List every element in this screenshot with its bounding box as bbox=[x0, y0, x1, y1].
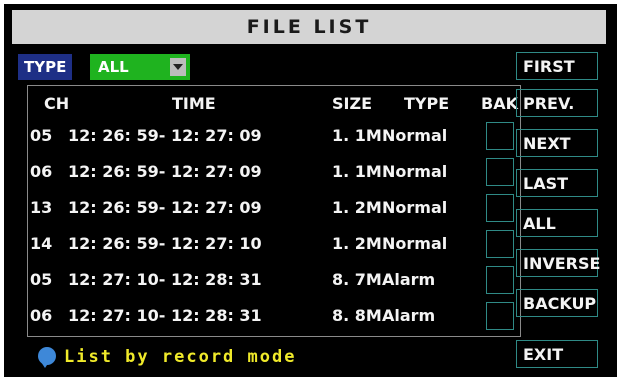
cell-time: 12: 26: 59- 12: 27: 09 bbox=[68, 198, 262, 217]
table-row[interactable]: 13 12: 26: 59- 12: 27: 09 1. 2M Normal bbox=[28, 191, 520, 225]
cell-type: Normal bbox=[382, 234, 448, 253]
cell-time: 12: 27: 10- 12: 28: 31 bbox=[68, 306, 262, 325]
table-row[interactable]: 14 12: 26: 59- 12: 27: 10 1. 2M Normal bbox=[28, 227, 520, 261]
cell-size: 1. 2M bbox=[332, 234, 382, 253]
cell-size: 1. 1M bbox=[332, 126, 382, 145]
cell-ch: 06 bbox=[30, 162, 53, 181]
backup-checkbox[interactable] bbox=[486, 194, 514, 222]
cell-time: 12: 26: 59- 12: 27: 09 bbox=[68, 126, 262, 145]
first-button[interactable]: FIRST bbox=[516, 52, 598, 80]
dropdown-arrow-icon[interactable] bbox=[170, 58, 186, 76]
backup-checkbox[interactable] bbox=[486, 122, 514, 150]
file-list-screen: FILE LIST TYPE ALL CH TIME SIZE TYPE BAK… bbox=[4, 4, 617, 377]
hint-text: List by record mode bbox=[64, 347, 297, 367]
column-header-size: SIZE bbox=[332, 94, 373, 113]
column-header-bak: BAK bbox=[481, 94, 518, 113]
cell-time: 12: 26: 59- 12: 27: 10 bbox=[68, 234, 262, 253]
backup-checkbox[interactable] bbox=[486, 230, 514, 258]
info-bubble-icon bbox=[38, 347, 56, 368]
backup-checkbox[interactable] bbox=[486, 302, 514, 330]
next-button[interactable]: NEXT bbox=[516, 129, 598, 157]
cell-type: Normal bbox=[382, 126, 448, 145]
cell-size: 1. 1M bbox=[332, 162, 382, 181]
column-header-time: TIME bbox=[172, 94, 216, 113]
inverse-button[interactable]: INVERSE bbox=[516, 249, 600, 277]
cell-type: Alarm bbox=[382, 270, 436, 289]
page-title: FILE LIST bbox=[12, 10, 606, 44]
backup-button[interactable]: BACKUP bbox=[516, 289, 598, 317]
column-header-type: TYPE bbox=[404, 94, 450, 113]
backup-checkbox[interactable] bbox=[486, 158, 514, 186]
cell-ch: 05 bbox=[30, 270, 53, 289]
backup-checkbox[interactable] bbox=[486, 266, 514, 294]
cell-time: 12: 27: 10- 12: 28: 31 bbox=[68, 270, 262, 289]
type-filter-value: ALL bbox=[98, 58, 129, 76]
column-header-ch: CH bbox=[44, 94, 70, 113]
table-row[interactable]: 06 12: 26: 59- 12: 27: 09 1. 1M Normal bbox=[28, 155, 520, 189]
cell-ch: 06 bbox=[30, 306, 53, 325]
table-row[interactable]: 05 12: 26: 59- 12: 27: 09 1. 1M Normal bbox=[28, 119, 520, 153]
cell-size: 8. 8M bbox=[332, 306, 382, 325]
cell-type: Normal bbox=[382, 162, 448, 181]
last-button[interactable]: LAST bbox=[516, 169, 598, 197]
exit-button[interactable]: EXIT bbox=[516, 340, 598, 368]
all-button[interactable]: ALL bbox=[516, 209, 598, 237]
cell-size: 8. 7M bbox=[332, 270, 382, 289]
cell-size: 1. 2M bbox=[332, 198, 382, 217]
cell-time: 12: 26: 59- 12: 27: 09 bbox=[68, 162, 262, 181]
cell-ch: 13 bbox=[30, 198, 53, 217]
table-row[interactable]: 06 12: 27: 10- 12: 28: 31 8. 8M Alarm bbox=[28, 299, 520, 333]
type-filter-label: TYPE bbox=[18, 54, 73, 80]
type-filter-select[interactable]: ALL bbox=[90, 54, 190, 80]
cell-type: Alarm bbox=[382, 306, 436, 325]
table-row[interactable]: 05 12: 27: 10- 12: 28: 31 8. 7M Alarm bbox=[28, 263, 520, 297]
prev-button[interactable]: PREV. bbox=[516, 89, 598, 117]
cell-ch: 14 bbox=[30, 234, 53, 253]
file-list-table: CH TIME SIZE TYPE BAK 05 12: 26: 59- 12:… bbox=[27, 85, 521, 337]
cell-ch: 05 bbox=[30, 126, 53, 145]
cell-type: Normal bbox=[382, 198, 448, 217]
